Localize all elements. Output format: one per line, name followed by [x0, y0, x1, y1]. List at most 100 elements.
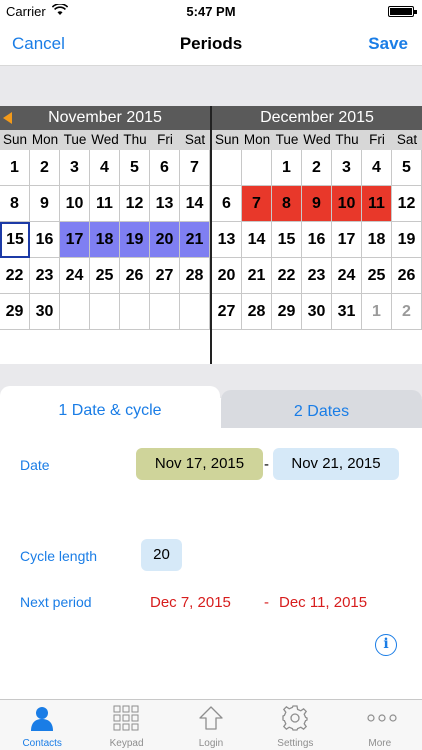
save-button[interactable]: Save: [368, 34, 408, 54]
info-icon[interactable]: i: [375, 634, 397, 656]
day-cell[interactable]: 9: [30, 186, 60, 222]
tab-date-cycle[interactable]: 1 Date & cycle: [0, 386, 220, 428]
day-cell[interactable]: 29: [0, 294, 30, 330]
tab-contacts[interactable]: Contacts: [0, 700, 84, 750]
day-cell[interactable]: 26: [392, 258, 422, 294]
day-cell[interactable]: 10: [332, 186, 362, 222]
day-cell[interactable]: 21: [180, 222, 210, 258]
cycle-length-label: Cycle length: [20, 548, 98, 564]
day-cell[interactable]: 11: [90, 186, 120, 222]
day-cell[interactable]: 10: [60, 186, 90, 222]
day-cell[interactable]: 16: [302, 222, 332, 258]
weekday-label: Sat: [184, 132, 206, 147]
day-cell[interactable]: 27: [212, 294, 242, 330]
day-cell[interactable]: 24: [332, 258, 362, 294]
day-cell[interactable]: 18: [90, 222, 120, 258]
day-cell[interactable]: 1: [362, 294, 392, 330]
tab-dates[interactable]: 2 Dates: [221, 390, 422, 428]
page-title: Periods: [179, 34, 243, 53]
day-cell[interactable]: 15: [0, 222, 30, 258]
day-cell[interactable]: 5: [392, 150, 422, 186]
month-november: November 2015 Sun Mon Tue Wed Thu Fri Sat 1234…: [0, 106, 210, 330]
end-date-field[interactable]: Nov 21, 2015: [273, 448, 399, 480]
day-cell[interactable]: 9: [302, 186, 332, 222]
tab-label: More: [368, 738, 392, 749]
day-cell[interactable]: 26: [120, 258, 150, 294]
date-separator: -: [264, 456, 269, 473]
day-cell[interactable]: 28: [242, 294, 272, 330]
day-cell[interactable]: 6: [212, 186, 242, 222]
tab-keypad[interactable]: Keypad: [84, 700, 168, 750]
day-cell[interactable]: 20: [212, 258, 242, 294]
week-row: 15 16 17 18 19 20 21: [0, 222, 210, 258]
person-icon: [31, 707, 53, 731]
day-cell[interactable]: 24: [60, 258, 90, 294]
day-cell[interactable]: 14: [242, 222, 272, 258]
day-cell[interactable]: 17: [60, 222, 90, 258]
day-cell[interactable]: 16: [30, 222, 60, 258]
next-period-label: Next period: [20, 594, 92, 610]
month-header: December 2015: [212, 106, 422, 130]
day-cell[interactable]: 11: [362, 186, 392, 222]
day-cell[interactable]: 7: [180, 150, 210, 186]
day-cell[interactable]: 23: [302, 258, 332, 294]
day-cell[interactable]: 20: [150, 222, 180, 258]
login-arrow-icon: [199, 706, 223, 730]
week-row: 13 14 15 16 17 18 19: [212, 222, 422, 258]
day-cell[interactable]: 21: [242, 258, 272, 294]
tab-more[interactable]: More: [338, 700, 422, 750]
tab-label: 1 Date & cycle: [58, 402, 162, 419]
empty-day-cell: [180, 294, 210, 330]
day-cell[interactable]: 25: [362, 258, 392, 294]
day-cell[interactable]: 17: [332, 222, 362, 258]
day-cell[interactable]: 2: [302, 150, 332, 186]
tab-label: Keypad: [109, 738, 144, 749]
day-cell[interactable]: 30: [302, 294, 332, 330]
empty-day-cell: [242, 150, 272, 186]
day-cell[interactable]: 3: [332, 150, 362, 186]
day-cell[interactable]: 22: [272, 258, 302, 294]
day-cell[interactable]: 22: [0, 258, 30, 294]
day-cell[interactable]: 1: [272, 150, 302, 186]
day-cell[interactable]: 14: [180, 186, 210, 222]
tab-label: Settings: [277, 738, 314, 749]
day-cell[interactable]: 13: [150, 186, 180, 222]
status-time: 5:47 PM: [186, 4, 236, 19]
previous-month-arrow-icon[interactable]: [3, 112, 12, 124]
empty-day-cell: [60, 294, 90, 330]
day-cell[interactable]: 30: [30, 294, 60, 330]
day-cell[interactable]: 18: [362, 222, 392, 258]
day-cell[interactable]: 5: [120, 150, 150, 186]
day-cell[interactable]: 12: [120, 186, 150, 222]
day-cell[interactable]: 23: [30, 258, 60, 294]
day-cell[interactable]: 27: [150, 258, 180, 294]
day-cell[interactable]: 29: [272, 294, 302, 330]
day-cell[interactable]: 4: [362, 150, 392, 186]
day-cell[interactable]: 15: [272, 222, 302, 258]
day-cell[interactable]: 2: [30, 150, 60, 186]
day-cell[interactable]: 1: [0, 150, 30, 186]
day-cell[interactable]: 19: [392, 222, 422, 258]
cycle-length-field[interactable]: 20: [141, 539, 182, 571]
day-cell[interactable]: 12: [392, 186, 422, 222]
day-cell[interactable]: 4: [90, 150, 120, 186]
day-cell[interactable]: 8: [0, 186, 30, 222]
day-cell[interactable]: 13: [212, 222, 242, 258]
week-row: 8 9 10 11 12 13 14: [0, 186, 210, 222]
status-bar: Carrier 5:47 PM: [0, 0, 422, 22]
start-date-field[interactable]: Nov 17, 2015: [136, 448, 263, 480]
day-cell[interactable]: 31: [332, 294, 362, 330]
tab-settings[interactable]: Settings: [253, 700, 337, 750]
day-cell[interactable]: 2: [392, 294, 422, 330]
day-cell[interactable]: 6: [150, 150, 180, 186]
day-cell[interactable]: 25: [90, 258, 120, 294]
day-cell[interactable]: 8: [272, 186, 302, 222]
week-row: 22 23 24 25 26 27 28: [0, 258, 210, 294]
weekday-label: Fri: [157, 132, 173, 147]
day-cell[interactable]: 19: [120, 222, 150, 258]
day-cell[interactable]: 28: [180, 258, 210, 294]
weekday-label: Mon: [31, 132, 59, 147]
day-cell[interactable]: 3: [60, 150, 90, 186]
tab-login[interactable]: Login: [169, 700, 253, 750]
day-cell[interactable]: 7: [242, 186, 272, 222]
